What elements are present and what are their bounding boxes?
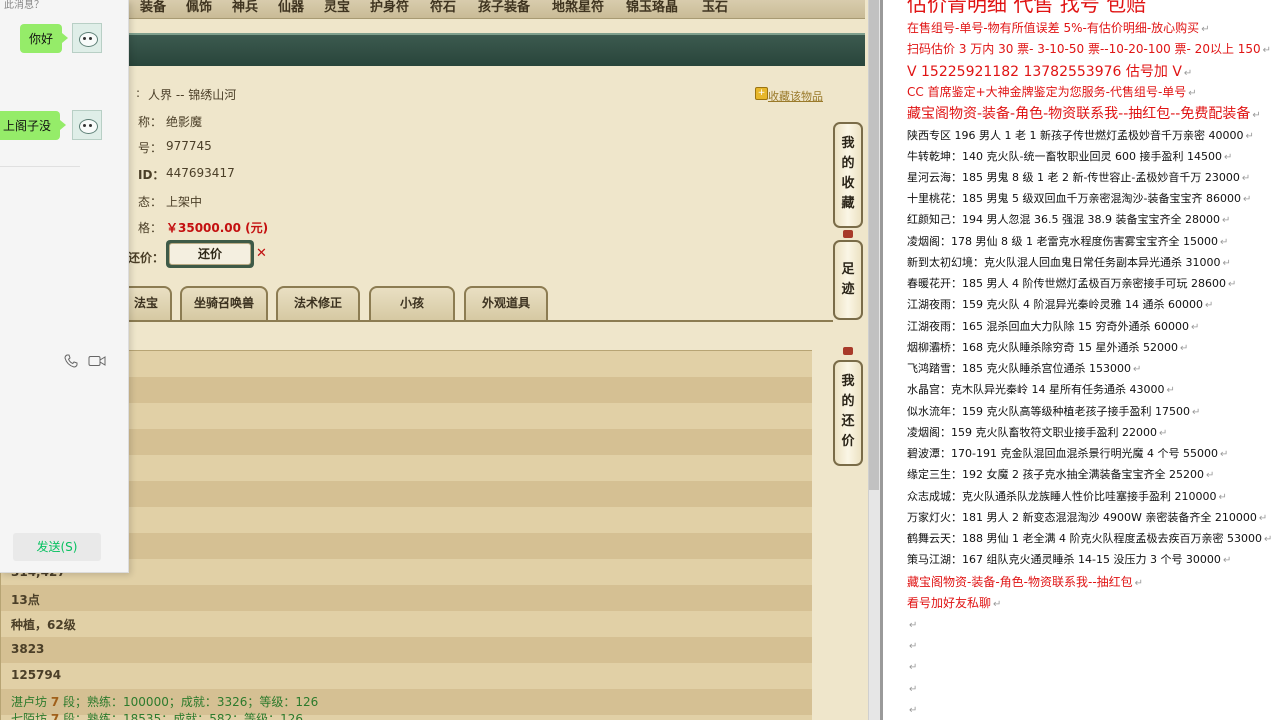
nav-item-rune-stone[interactable]: 符石: [430, 0, 456, 15]
favorite-link[interactable]: 收藏该物品: [768, 88, 823, 104]
game-trade-page: 装备 佩饰 神兵 仙器 灵宝 护身符 符石 孩子装备 地煞星符 锦玉珞晶 玉石 …: [0, 0, 868, 720]
stat-value-2: 13点: [11, 593, 40, 607]
price-row: 格： ￥35000.00 (元): [138, 221, 269, 235]
notes-entry: 凌烟阁：178 男仙 8 级 1 老雷克水程度伤害雾宝宝齐全 15000 ↵: [907, 235, 1229, 248]
send-button[interactable]: 发送(S): [13, 533, 101, 561]
nav-item-equipment[interactable]: 装备: [140, 0, 166, 15]
footprints-button[interactable]: 足迹: [833, 240, 863, 320]
notes-entry: 飞鸿踏雪：185 克火队睡杀宫位通杀 153000 ↵: [907, 362, 1142, 375]
server-value: 人界 -- 锦绣山河: [148, 88, 237, 102]
notes-entry: 似水流年：159 克火队高等级种植老孩子接手盈利 17500 ↵: [907, 405, 1201, 418]
haggle-row: 还价：: [128, 251, 165, 265]
nav-item-jade[interactable]: 玉石: [702, 0, 728, 15]
chat-message-bubble[interactable]: 上阁子没: [0, 111, 67, 140]
notes-entry: 新到太初幻境：克火队混人回血鬼日常任务副本异光通杀 31000 ↵: [907, 256, 1231, 269]
status-value: 上架中: [166, 195, 203, 209]
notes-entry: 江湖夜雨：159 克火队 4 阶混异光秦岭灵雅 14 通杀 60000 ↵: [907, 298, 1214, 311]
workshop-line-2: 七陌坊 7 段；熟练：18535；成就：582；等级：126: [11, 712, 304, 720]
notes-red-line: 在售组号-单号-物有所值误差 5%-有估价明细-放心购买 ↵: [907, 21, 1210, 35]
name-value: 绝影魔: [166, 115, 203, 129]
scrollbar-thumb[interactable]: [869, 0, 879, 490]
empty-line: ↵: [909, 641, 918, 652]
category-nav: 装备 佩饰 神兵 仙器 灵宝 护身符 符石 孩子装备 地煞星符 锦玉珞晶 玉石: [128, 0, 865, 19]
stat-value-5: 125794: [11, 668, 62, 682]
my-favorites-button[interactable]: 我的收藏: [833, 122, 863, 228]
stat-value-3: 种植，62级: [11, 618, 76, 632]
avatar[interactable]: [72, 23, 102, 53]
id-row: ID： 447693417: [138, 166, 235, 182]
section-header-bar: [128, 33, 865, 69]
notes-entry: 牛转乾坤：140 克火队-统一畜牧职业回灵 600 接手盈利 14500 ↵: [907, 150, 1233, 163]
notes-red-line: 藏宝阁物资-装备-角色-物资联系我--抽红包--免费配装备 ↵: [907, 106, 1261, 122]
server-row: : 人界 -- 锦绣山河: [136, 86, 237, 102]
video-call-icon[interactable]: [88, 355, 106, 367]
notes-entry: 红颜知己：194 男人忽混 36.5 强混 38.9 装备宝宝齐全 28000 ↵: [907, 213, 1231, 226]
nav-item-divine-weapon[interactable]: 神兵: [232, 0, 258, 15]
haggle-button[interactable]: 还价: [166, 240, 254, 268]
nav-item-child-equipment[interactable]: 孩子装备: [478, 0, 530, 15]
number-row: 号： 977745: [138, 139, 212, 155]
close-icon[interactable]: ✕: [256, 246, 267, 261]
notes-red-line: 扫码估价 3 万内 30 票- 3-10-50 票--10-20-100 票- …: [907, 42, 1272, 56]
empty-line: ↵: [909, 705, 918, 716]
status-row: 态： 上架中: [138, 195, 203, 209]
notes-entry: 策马江湖：167 组队克火通灵睡杀 14-15 没压力 3 个号 30000 ↵: [907, 553, 1232, 566]
notes-entry: 凌烟阁：159 克火队畜牧符文职业接手盈利 22000 ↵: [907, 426, 1168, 439]
chat-message-bubble[interactable]: 你好: [20, 24, 69, 53]
tab-spell-modifier[interactable]: 法术修正: [276, 286, 360, 320]
workshop-line-1: 湛卢坊 7 段；熟练：100000；成就：3326；等级：126: [11, 695, 319, 709]
notes-entry: 缘定三生：192 女魔 2 孩子克水抽全满装备宝宝齐全 25200 ↵: [907, 468, 1215, 481]
price-value: ￥35000.00 (元): [166, 221, 269, 235]
nav-item-accessory[interactable]: 佩饰: [186, 0, 212, 15]
notes-red-line: 看号加好友私聊 ↵: [907, 596, 1002, 610]
empty-line: ↵: [909, 662, 918, 673]
chat-top-hint: 此消息？: [4, 0, 44, 11]
divider: [0, 166, 80, 167]
tab-underline: [128, 320, 833, 322]
notes-entry: 鹤舞云天：188 男仙 1 老全满 4 阶克火队程度孟极去疾百万亲密 53000…: [907, 532, 1273, 545]
my-haggles-button[interactable]: 我的还价: [833, 360, 863, 466]
notes-entry: 水晶宫：克木队异光秦岭 14 星所有任务通杀 43000 ↵: [907, 383, 1175, 396]
empty-line: ↵: [909, 620, 918, 631]
tab-child[interactable]: 小孩: [369, 286, 455, 320]
tab-appearance-items[interactable]: 外观道具: [464, 286, 548, 320]
notes-header: 估价青明细 代售 找号 包赔: [907, 0, 1147, 16]
notes-entry: 星河云海：185 男鬼 8 级 1 老 2 新-传世容止-孟极妙音千万 2300…: [907, 171, 1251, 184]
notes-panel: 估价青明细 代售 找号 包赔 在售组号-单号-物有所值误差 5%-有估价明细-放…: [880, 0, 1280, 720]
number-value: 977745: [166, 139, 212, 153]
notes-contact-line: V 15225921182 13782553976 估号加 V ↵: [907, 64, 1193, 80]
name-row: 称： 绝影魔: [138, 115, 203, 129]
notes-entry: 万家灯火：181 男人 2 新变态混混淘沙 4900W 亲密装备齐全 21000…: [907, 511, 1268, 524]
tab-mounts-summons[interactable]: 坐骑召唤兽: [180, 286, 268, 320]
nav-item-jade-crystal[interactable]: 锦玉珞晶: [626, 0, 678, 15]
nav-item-artifact[interactable]: 仙器: [278, 0, 304, 15]
stat-value-4: 3823: [11, 642, 45, 656]
notes-red-line: CC 首席鉴定+大神金牌鉴定为您服务-代售组号-单号 ↵: [907, 85, 1197, 99]
notes-entry: 春暖花开：185 男人 4 阶传世燃灯孟极百万亲密接手可玩 28600 ↵: [907, 277, 1237, 290]
notes-entry: 碧波潭：170-191 克金队混回血混杀景行明光魔 4 个号 55000 ↵: [907, 447, 1229, 460]
notes-red-line: 藏宝阁物资-装备-角色-物资联系我--抽红包 ↵: [907, 575, 1144, 589]
nav-item-amulet[interactable]: 护身符: [370, 0, 409, 15]
nav-item-spirit-treasure[interactable]: 灵宝: [324, 0, 350, 15]
notes-entry: 十里桃花：185 男鬼 5 级双回血千万亲密混淘沙-装备宝宝齐 86000 ↵: [907, 192, 1252, 205]
notes-entry: 江湖夜雨：165 混杀回血大力队除 15 穷奇外通杀 60000 ↵: [907, 320, 1200, 333]
favorite-icon: +: [755, 87, 768, 100]
notes-entry: 众志成城：克火队通杀队龙族睡人性价比哇塞接手盈利 210000 ↵: [907, 490, 1227, 503]
nav-item-star-talisman[interactable]: 地煞星符: [552, 0, 604, 15]
chat-window: 此消息？ 你好 上阁子没 发送(S): [0, 0, 129, 573]
id-value: 447693417: [166, 166, 235, 180]
notes-entry: 陕西专区 196 男人 1 老 1 新孩子传世燃灯孟极妙音千万亲密 40000 ↵: [907, 129, 1254, 142]
phone-icon[interactable]: [64, 354, 78, 368]
empty-line: ↵: [909, 684, 918, 695]
avatar[interactable]: [72, 110, 102, 140]
notes-entry: 烟柳灞桥：168 克火队睡杀除穷奇 15 星外通杀 52000 ↵: [907, 341, 1189, 354]
